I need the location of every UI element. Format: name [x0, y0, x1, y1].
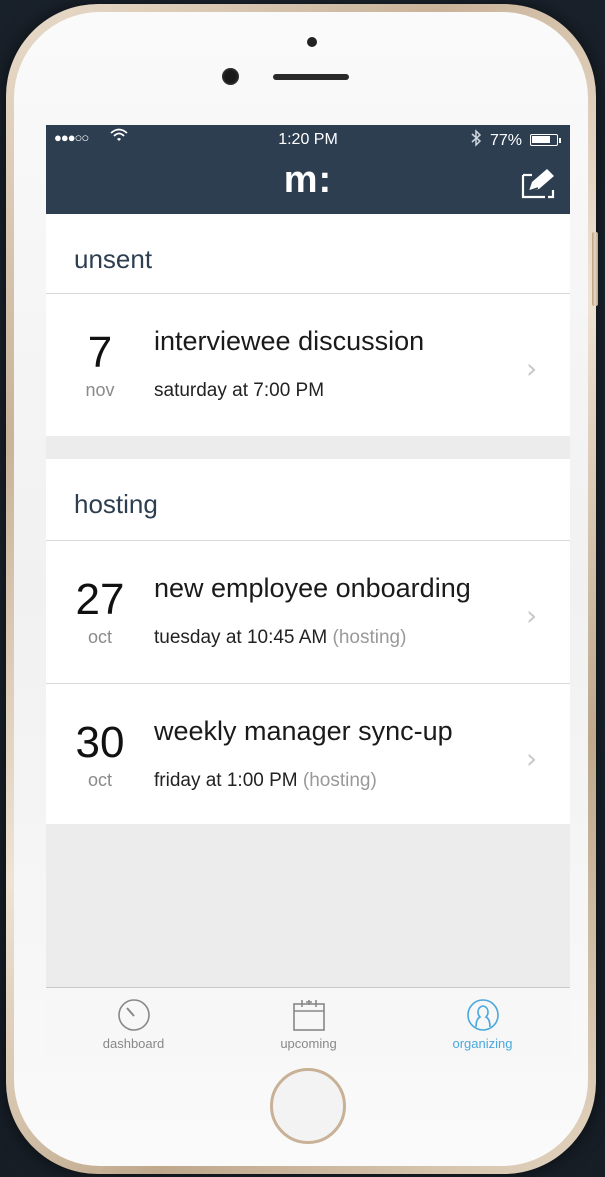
section-title: hosting — [74, 489, 158, 519]
event-day: 30 — [75, 718, 125, 767]
battery-tip — [559, 138, 561, 143]
compose-button[interactable] — [520, 165, 556, 201]
chevron-right-icon: › — [526, 742, 538, 775]
proximity-sensor — [307, 37, 317, 47]
event-title: interviewee discussion — [154, 326, 425, 356]
tab-dashboard[interactable]: dashboard — [46, 988, 221, 1056]
list-item[interactable]: 27 oct new employee onboarding tuesday a… — [46, 541, 570, 684]
chevron-right-icon: › — [526, 599, 538, 632]
event-day: 7 — [87, 328, 113, 377]
home-button[interactable] — [270, 1068, 346, 1144]
battery-icon — [530, 134, 558, 146]
power-button — [592, 232, 598, 306]
status-bar: ●●●○○ 1:20 PM 77% — [46, 125, 570, 153]
event-time-text: friday at 1:00 PM — [154, 770, 298, 791]
app-logo: m: — [283, 159, 333, 201]
tab-bar: dashboard upcoming organizing — [46, 987, 570, 1056]
calendar-icon — [293, 1000, 325, 1031]
list-item[interactable]: 7 nov interviewee discussion saturday at… — [46, 294, 570, 436]
event-month: nov — [85, 380, 115, 400]
earpiece-speaker — [273, 74, 349, 80]
event-time: tuesday at 10:45 AM (hosting) — [154, 627, 406, 649]
tab-label: organizing — [452, 1036, 513, 1051]
app-screen: ●●●○○ 1:20 PM 77% m: unsent 7 nov interv… — [46, 125, 570, 1056]
event-time: friday at 1:00 PM (hosting) — [154, 770, 377, 792]
tab-label: upcoming — [280, 1036, 337, 1051]
tab-upcoming[interactable]: upcoming — [221, 988, 396, 1056]
event-month: oct — [87, 770, 112, 790]
event-time: saturday at 7:00 PM — [154, 380, 324, 402]
dashboard-icon — [118, 999, 150, 1031]
event-month: oct — [87, 627, 112, 647]
section-title: unsent — [74, 244, 153, 274]
front-camera — [222, 68, 239, 85]
event-time-text: saturday at 7:00 PM — [154, 380, 325, 401]
tab-organizing[interactable]: organizing — [395, 988, 570, 1056]
chevron-right-icon: › — [526, 352, 538, 385]
hosting-tag: (hosting) — [332, 627, 407, 648]
nav-bar: m: — [46, 153, 570, 214]
compose-icon — [521, 169, 555, 199]
event-title: weekly manager sync-up — [154, 716, 453, 746]
organizing-icon — [467, 999, 499, 1031]
event-time-text: tuesday at 10:45 AM — [154, 627, 328, 648]
list-item[interactable]: 30 oct weekly manager sync-up friday at … — [46, 684, 570, 824]
event-title: new employee onboarding — [154, 573, 471, 603]
section-header-unsent: unsent — [46, 214, 570, 294]
event-day: 27 — [75, 575, 125, 624]
section-header-hosting: hosting — [46, 459, 570, 541]
hosting-tag: (hosting) — [302, 770, 377, 791]
battery-percent: 77% — [490, 132, 523, 149]
tab-label: dashboard — [102, 1036, 165, 1051]
bluetooth-icon — [470, 129, 482, 151]
